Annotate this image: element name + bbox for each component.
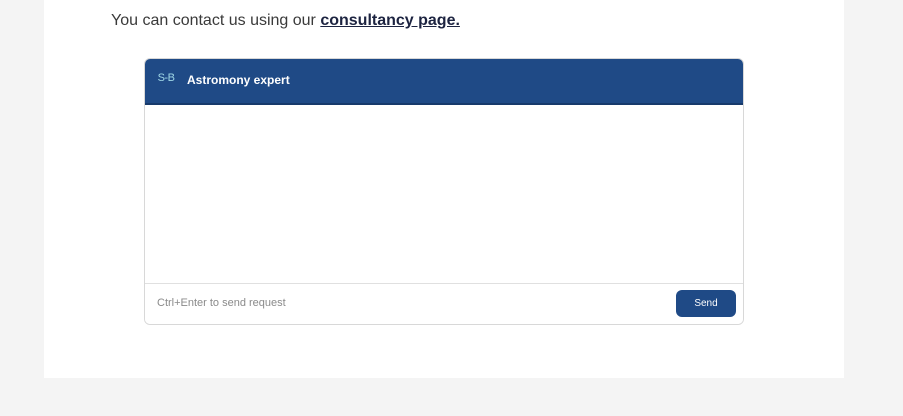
send-button[interactable]: Send: [676, 290, 736, 317]
chat-messages-area: [145, 105, 743, 283]
chat-input-row: Send: [145, 283, 743, 324]
contact-text: You can contact us using our consultancy…: [111, 12, 460, 30]
chat-title: Astromony expert: [187, 73, 290, 87]
chat-header: S-B Astromony expert: [145, 59, 743, 105]
contact-text-prefix: You can contact us using our: [111, 12, 321, 29]
content-panel: You can contact us using our consultancy…: [44, 0, 844, 378]
chat-widget: S-B Astromony expert Send: [144, 58, 744, 325]
chat-logo-icon: S-B: [157, 72, 175, 84]
chat-message-input[interactable]: [157, 292, 657, 314]
consultancy-page-link[interactable]: consultancy page.: [320, 12, 460, 29]
